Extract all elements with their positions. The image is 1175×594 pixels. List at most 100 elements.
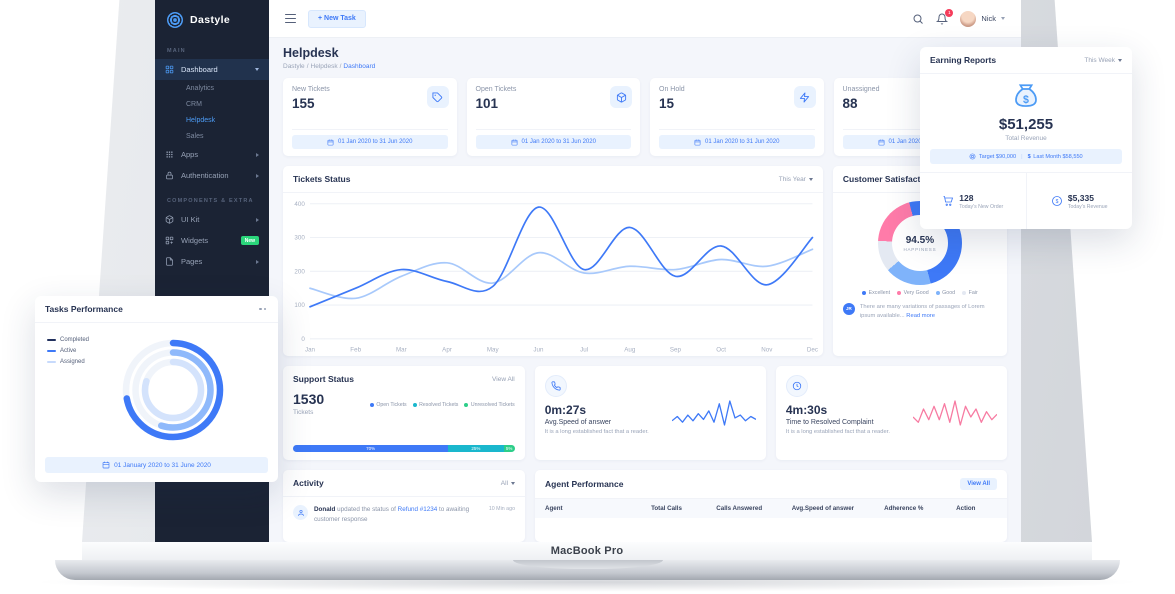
new-badge: New [241, 236, 259, 245]
avatar: JR [843, 303, 855, 315]
stat-card-open-tickets: Open Tickets 101 01 Jan 2020 to 31 Jun 2… [467, 78, 641, 156]
sidebar-item-label: Pages [181, 257, 249, 266]
support-legend-item: Unresolved Tickets [464, 394, 514, 416]
earning-period-dropdown[interactable]: This Week [1084, 57, 1122, 64]
calendar-icon [694, 139, 701, 146]
date-range-picker[interactable]: 01 Jan 2020 to 31 Jun 2020 [476, 135, 632, 149]
metric-desc: It is a long established fact that a rea… [545, 428, 666, 436]
agent-column-header: Action [956, 505, 997, 512]
dollar-icon: $ [1028, 154, 1031, 160]
support-progress-bar: 70%25%5% [293, 445, 515, 452]
sidebar-item-analytics[interactable]: Analytics [155, 80, 269, 96]
laptop-base-notch [513, 560, 663, 569]
svg-text:Nov: Nov [761, 347, 773, 354]
stat-title: On Hold [659, 86, 815, 93]
svg-text:100: 100 [294, 302, 305, 309]
view-all-button[interactable]: View All [960, 478, 997, 490]
svg-text:$: $ [1023, 94, 1029, 106]
sidebar-item-dashboard[interactable]: Dashboard [155, 59, 269, 80]
stat-title: Open Tickets [476, 86, 632, 93]
card-title: Earning Reports [930, 55, 996, 65]
tasks-legend: CompletedActiveAssigned [47, 337, 117, 365]
read-more-link[interactable]: Read more [906, 313, 935, 319]
calendar-icon [102, 461, 110, 469]
device-label: MacBook Pro [551, 545, 624, 557]
agent-column-header: Total Calls [651, 505, 712, 512]
page-title: Helpdesk [283, 46, 1007, 60]
nav-section-main: MAIN [155, 36, 269, 59]
agent-column-header: Agent [545, 505, 647, 512]
total-revenue-value: $51,255 [920, 116, 1132, 133]
user-menu[interactable]: Nick [960, 11, 1005, 27]
metric-label: Time to Resolved Complaint [786, 419, 907, 426]
breadcrumb-current[interactable]: Dashboard [343, 63, 375, 70]
svg-text:400: 400 [294, 201, 305, 208]
sidebar-item-widgets[interactable]: Widgets New [155, 230, 269, 251]
hamburger-menu-icon[interactable] [285, 14, 296, 24]
tasks-performance-card: Tasks Performance CompletedActiveAssigne… [35, 296, 278, 482]
svg-text:Aug: Aug [624, 347, 636, 354]
target-icon [969, 153, 976, 160]
resolve-time-sparkline [913, 398, 997, 428]
chevron-down-icon [255, 68, 259, 71]
topbar: + New Task 1 Nick [269, 0, 1021, 38]
revenue-target-pill[interactable]: Target $90,000 | $Last Month $58,550 [930, 149, 1122, 164]
money-bag-icon: $ [1010, 81, 1042, 113]
calendar-icon [878, 139, 885, 146]
notifications-bell-icon[interactable]: 1 [936, 13, 948, 25]
date-range-picker[interactable]: 01 Jan 2020 to 31 Jun 2020 [659, 135, 815, 149]
box-icon [165, 215, 174, 224]
activity-refund-link[interactable]: Refund #1234 [398, 506, 438, 513]
happiness-percent: 94.5% [906, 235, 934, 246]
page-header: Helpdesk Dastyle/Helpdesk/Dashboard [283, 46, 1007, 70]
app-logo[interactable]: Dastyle [155, 0, 269, 36]
sidebar-item-authentication[interactable]: Authentication [155, 165, 269, 186]
search-icon[interactable] [912, 13, 924, 25]
todays-new-order-cell[interactable]: 128 Today's New Order [920, 173, 1026, 229]
satisfaction-note: JR There are many variations of passages… [833, 296, 1007, 320]
support-bar-segment: 70% [293, 445, 448, 452]
tickets-filter-dropdown[interactable]: This Year [779, 176, 813, 183]
date-range-picker[interactable]: 01 January 2020 to 31 June 2020 [45, 457, 268, 473]
sidebar-item-label: UI Kit [181, 215, 249, 224]
laptop-screen: Dastyle MAIN Dashboard Analytics CRM Hel… [155, 0, 1021, 542]
support-legend-item: Resolved Tickets [413, 394, 459, 416]
sidebar-item-crm[interactable]: CRM [155, 96, 269, 112]
breadcrumb-root[interactable]: Dastyle [283, 63, 305, 70]
sidebar-item-apps[interactable]: Apps [155, 144, 269, 165]
activity-filter-dropdown[interactable]: All [501, 480, 515, 487]
stat-value: 101 [476, 96, 632, 111]
breadcrumb-section[interactable]: Helpdesk [311, 63, 338, 70]
sidebar-item-sales[interactable]: Sales [155, 128, 269, 144]
chevron-right-icon [256, 260, 259, 264]
support-status-card: Support Status View All 1530 Tickets Ope… [283, 366, 525, 460]
svg-text:Feb: Feb [350, 347, 361, 354]
notification-count-badge: 1 [945, 9, 953, 17]
todays-revenue-cell[interactable]: $ $5,335 Today's Revenue [1026, 173, 1133, 229]
total-revenue-label: Total Revenue [920, 135, 1132, 142]
svg-text:Jun: Jun [533, 347, 544, 354]
agent-column-header: Calls Answered [716, 505, 787, 512]
chevron-right-icon [256, 174, 259, 178]
stat-card-on-hold: On Hold 15 01 Jan 2020 to 31 Jun 2020 [650, 78, 824, 156]
support-bar-segment: 5% [504, 445, 515, 452]
logo-text: Dastyle [190, 14, 230, 26]
svg-text:Dec: Dec [807, 347, 818, 354]
sidebar-item-uikit[interactable]: UI Kit [155, 209, 269, 230]
svg-text:Mar: Mar [396, 347, 407, 354]
sidebar-item-helpdesk[interactable]: Helpdesk [155, 112, 269, 128]
date-range-picker[interactable]: 01 Jan 2020 to 31 Jun 2020 [292, 135, 448, 149]
agent-table-header: AgentTotal CallsCalls AnsweredAvg.Speed … [535, 499, 1007, 518]
file-icon [165, 257, 174, 266]
user-name: Nick [981, 14, 996, 23]
last-month-value: Last Month $58,550 [1033, 154, 1082, 160]
svg-text:Sep: Sep [670, 347, 682, 354]
tasks-date-wrap: 01 January 2020 to 31 June 2020 [45, 457, 268, 473]
sidebar-item-pages[interactable]: Pages [155, 251, 269, 272]
activity-action: updated the status of [337, 506, 396, 513]
more-menu-icon[interactable] [257, 306, 268, 313]
view-all-link[interactable]: View All [492, 376, 515, 383]
activity-time: 10 Min ago [489, 505, 515, 525]
dollar-circle-icon: $ [1051, 195, 1063, 207]
new-task-button[interactable]: + New Task [308, 10, 366, 28]
